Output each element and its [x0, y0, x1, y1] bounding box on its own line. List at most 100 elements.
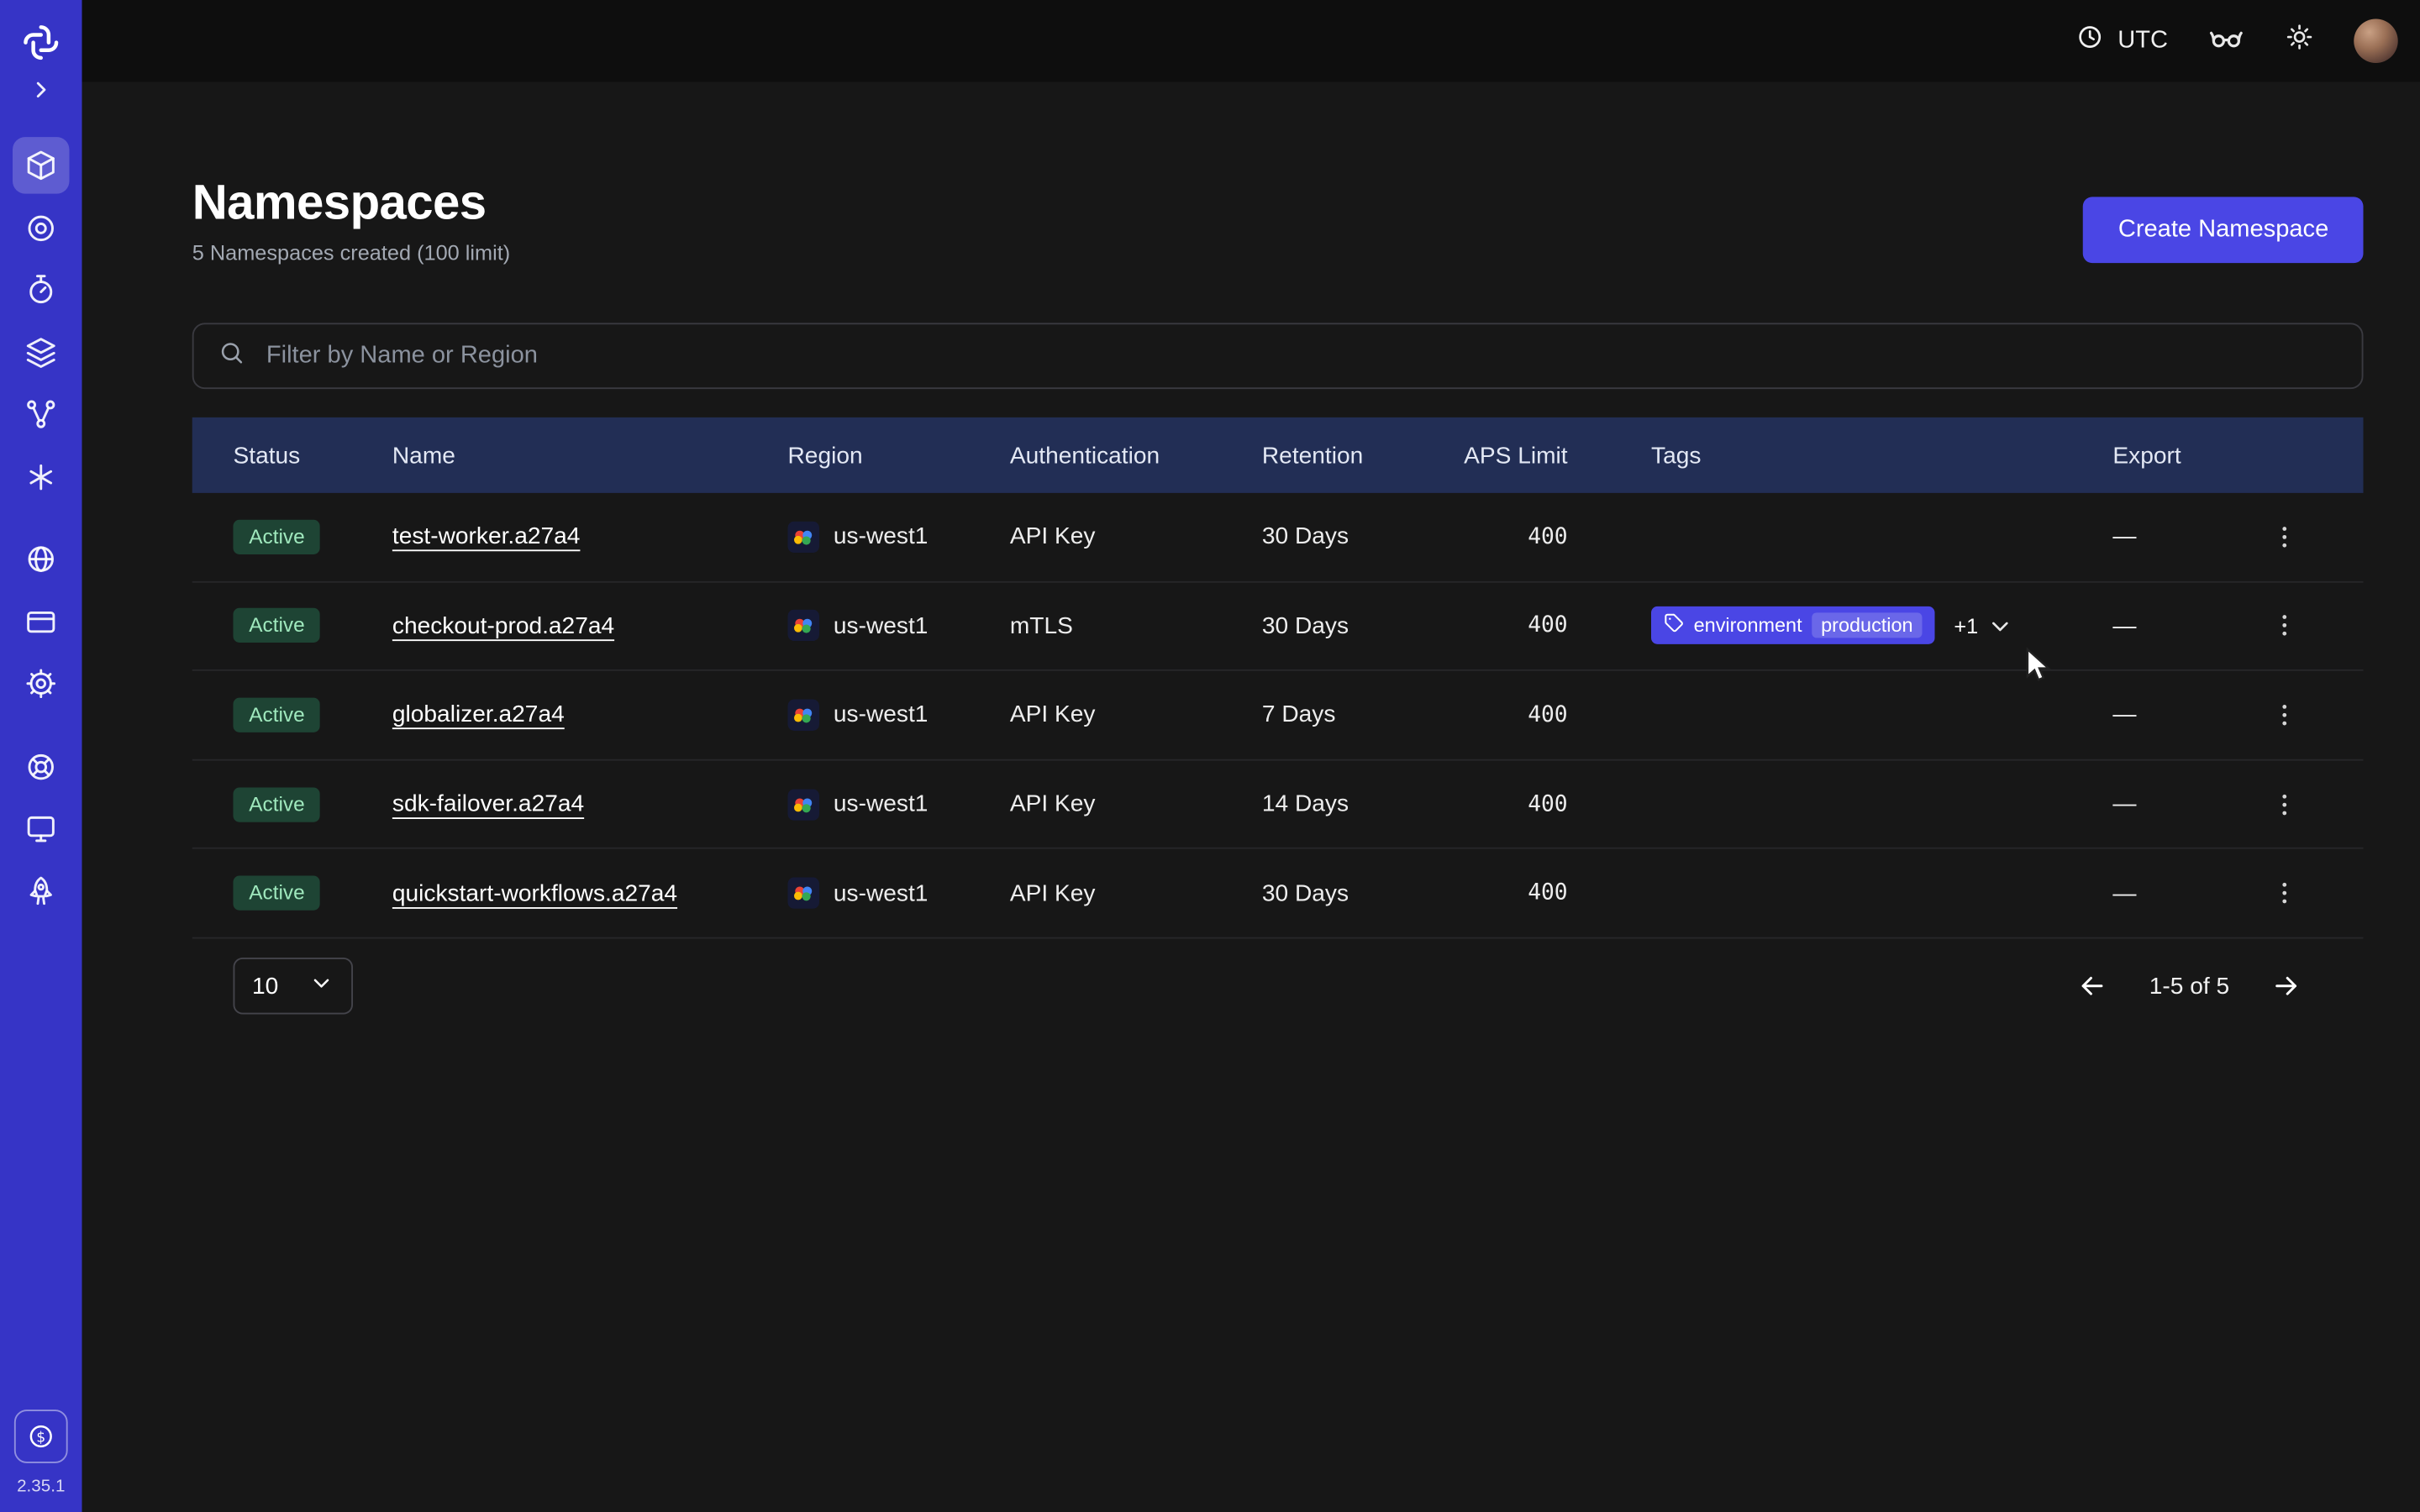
namespaces-table: Status Name Region Authentication Retent… [192, 417, 2364, 1035]
table-row: Active sdk-failover.a27a4 us-west1 API K… [192, 760, 2364, 849]
bullseye-icon [24, 210, 58, 244]
sidebar-item-workflows[interactable] [13, 386, 70, 443]
prev-page-button[interactable] [2076, 971, 2108, 1003]
row-menu-button[interactable] [2264, 784, 2305, 825]
page-title: Namespaces [192, 173, 510, 233]
user-avatar[interactable] [2354, 19, 2398, 64]
aps-limit-value: 400 [1457, 791, 1599, 816]
col-export: Export [2074, 442, 2247, 469]
col-region: Region [788, 442, 1010, 469]
auth-label: API Key [1010, 523, 1262, 550]
region-label: us-west1 [834, 701, 929, 728]
sidebar-expand-button[interactable] [13, 66, 70, 113]
aps-limit-value: 400 [1457, 880, 1599, 906]
tag-key: environment [1694, 615, 1802, 637]
status-badge: Active [234, 698, 321, 732]
table-row: Active checkout-prod.a27a4 us-west1 mTLS… [192, 582, 2364, 671]
retention-label: 30 Days [1262, 612, 1458, 639]
row-menu-button[interactable] [2264, 873, 2305, 914]
status-badge: Active [234, 608, 321, 643]
region-label: us-west1 [834, 612, 929, 639]
tag-value: production [1812, 613, 1923, 638]
gcp-cloud-icon [788, 789, 820, 821]
timezone-button[interactable]: UTC [2075, 22, 2168, 60]
sidebar-item-namespaces[interactable] [13, 137, 70, 194]
sidebar-item-docs[interactable] [13, 801, 70, 858]
timer-icon [24, 272, 58, 307]
chevron-down-icon [309, 971, 334, 1003]
rocket-icon [24, 874, 58, 908]
page-range-label: 1-5 of 5 [2149, 974, 2229, 1000]
lifebuoy-icon [24, 749, 58, 784]
docs-monitor-icon [24, 811, 58, 846]
export-value: — [2074, 790, 2247, 817]
namespace-link[interactable]: sdk-failover.a27a4 [392, 790, 584, 817]
tags-expand-chevron-icon[interactable] [1986, 612, 2013, 639]
sidebar-item-settings[interactable] [13, 655, 70, 712]
row-menu-button[interactable] [2264, 606, 2305, 647]
region-label: us-west1 [834, 523, 929, 550]
namespace-link[interactable]: test-worker.a27a4 [392, 523, 581, 550]
dev-mode-button[interactable] [2207, 18, 2245, 64]
sidebar: $ 2.35.1 [0, 0, 82, 1512]
layers-icon [24, 334, 58, 369]
app-root: $ 2.35.1 UTC Namespaces 5 Namespaces cre… [0, 0, 2420, 1512]
create-namespace-button[interactable]: Create Namespace [2084, 197, 2364, 263]
version-label: 2.35.1 [17, 1478, 65, 1497]
namespace-link[interactable]: quickstart-workflows.a27a4 [392, 880, 677, 907]
auth-label: mTLS [1010, 612, 1262, 639]
export-value: — [2074, 523, 2247, 550]
tags-more-count: +1 [1954, 614, 1978, 638]
next-page-button[interactable] [2270, 971, 2302, 1003]
page-subtitle: 5 Namespaces created (100 limit) [192, 241, 510, 265]
status-badge: Active [234, 519, 321, 554]
filter-input[interactable] [263, 340, 2338, 372]
sidebar-item-asterisk[interactable] [13, 448, 70, 505]
gcp-cloud-icon [788, 521, 820, 553]
table-row: Active test-worker.a27a4 us-west1 API Ke… [192, 493, 2364, 582]
sun-icon [2285, 22, 2315, 60]
svg-text:$: $ [36, 1429, 45, 1446]
namespaces-cube-icon [24, 148, 58, 182]
export-value: — [2074, 701, 2247, 728]
topbar: UTC [82, 0, 2420, 82]
page-size-value: 10 [252, 974, 278, 1000]
namespace-link[interactable]: globalizer.a27a4 [392, 701, 565, 728]
col-status: Status [234, 442, 392, 469]
timezone-label: UTC [2118, 27, 2168, 55]
sidebar-item-globe[interactable] [13, 531, 70, 588]
col-tags: Tags [1599, 442, 2073, 469]
billing-card-icon [24, 604, 58, 638]
table-header-row: Status Name Region Authentication Retent… [192, 417, 2364, 493]
sidebar-item-layers[interactable] [13, 323, 70, 381]
row-menu-button[interactable] [2264, 695, 2305, 736]
sidebar-item-bullseye[interactable] [13, 199, 70, 256]
retention-label: 30 Days [1262, 880, 1458, 907]
tag-pill[interactable]: environment production [1651, 607, 1935, 645]
aps-limit-value: 400 [1457, 702, 1599, 727]
region-label: us-west1 [834, 790, 929, 817]
temporal-logo-icon[interactable] [18, 19, 65, 66]
auth-label: API Key [1010, 790, 1262, 817]
chevron-right-icon [27, 76, 55, 104]
table-row: Active quickstart-workflows.a27a4 us-wes… [192, 849, 2364, 938]
sidebar-item-support[interactable] [13, 738, 70, 795]
filter-bar [192, 323, 2364, 389]
sidebar-item-billing[interactable] [13, 593, 70, 650]
page-heading-block: Namespaces 5 Namespaces created (100 lim… [192, 173, 510, 265]
sidebar-item-usage[interactable]: $ [14, 1410, 68, 1463]
gcp-cloud-icon [788, 878, 820, 910]
theme-toggle-button[interactable] [2285, 22, 2315, 60]
row-menu-button[interactable] [2264, 517, 2305, 558]
sidebar-item-getting-started[interactable] [13, 863, 70, 920]
sidebar-item-timer[interactable] [13, 261, 70, 318]
export-value: — [2074, 880, 2247, 907]
col-retention: Retention [1262, 442, 1458, 469]
workflow-graph-icon [24, 397, 58, 432]
page-size-select[interactable]: 10 [234, 958, 354, 1016]
auth-label: API Key [1010, 880, 1262, 907]
retention-label: 14 Days [1262, 790, 1458, 817]
tag-icon [1664, 613, 1684, 638]
retention-label: 7 Days [1262, 701, 1458, 728]
namespace-link[interactable]: checkout-prod.a27a4 [392, 612, 614, 639]
